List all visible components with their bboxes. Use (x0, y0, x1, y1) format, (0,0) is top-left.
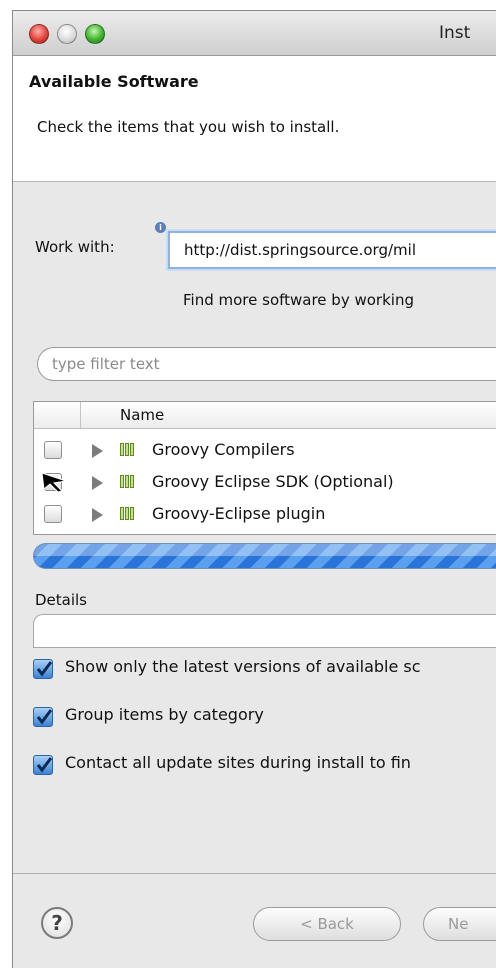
column-divider (80, 402, 81, 428)
help-icon[interactable]: ? (41, 907, 73, 939)
checkbox-checked-icon[interactable] (33, 755, 53, 775)
back-button[interactable]: < Back (253, 907, 401, 941)
row-label: Groovy Compilers (152, 440, 295, 459)
option-label: Show only the latest versions of availab… (65, 657, 421, 676)
option-label: Group items by category (65, 705, 264, 724)
filter-input[interactable]: type filter text (37, 347, 496, 381)
title-bar: Inst (13, 11, 496, 56)
minimize-window-button[interactable] (57, 24, 77, 44)
category-icon (120, 507, 140, 521)
category-icon (120, 443, 140, 457)
zoom-window-button[interactable] (85, 24, 105, 44)
tree-row[interactable]: Groovy-Eclipse plugin (34, 499, 496, 531)
wizard-header: Available Software Check the items that … (13, 56, 496, 182)
find-more-software-link[interactable]: Find more software by working (183, 291, 414, 309)
close-window-button[interactable] (29, 24, 49, 44)
details-label: Details (35, 591, 88, 609)
tree-row[interactable]: Groovy Eclipse SDK (Optional) (34, 467, 496, 499)
details-box (33, 614, 496, 648)
tree-row[interactable]: Groovy Compilers (34, 435, 496, 467)
expand-triangle-icon[interactable] (92, 444, 103, 458)
row-label: Groovy-Eclipse plugin (152, 504, 326, 523)
mouse-cursor-icon (41, 472, 67, 493)
checkbox-checked-icon[interactable] (33, 707, 53, 727)
next-button[interactable]: Ne (423, 907, 496, 941)
row-checkbox[interactable] (44, 441, 62, 459)
loading-progress-bar (33, 543, 496, 569)
checkbox-checked-icon[interactable] (33, 659, 53, 679)
work-with-combo[interactable]: http://dist.springsource.org/mil (168, 231, 496, 269)
info-icon: i (155, 222, 166, 233)
install-window: Inst Available Software Check the items … (12, 10, 496, 968)
tree-header: Name (34, 402, 496, 429)
software-tree: Name Groovy Compilers Groovy Eclipse SDK… (33, 401, 496, 535)
category-icon (120, 475, 140, 489)
window-title: Inst (439, 23, 471, 43)
page-title: Available Software (29, 72, 199, 91)
row-checkbox[interactable] (44, 505, 62, 523)
option-label: Contact all update sites during install … (65, 753, 411, 772)
expand-triangle-icon[interactable] (92, 508, 103, 522)
footer-divider (13, 873, 496, 874)
expand-triangle-icon[interactable] (92, 476, 103, 490)
page-description: Check the items that you wish to install… (37, 118, 340, 136)
work-with-label: Work with: (35, 238, 115, 256)
row-label: Groovy Eclipse SDK (Optional) (152, 472, 394, 491)
name-column-header[interactable]: Name (120, 406, 164, 424)
